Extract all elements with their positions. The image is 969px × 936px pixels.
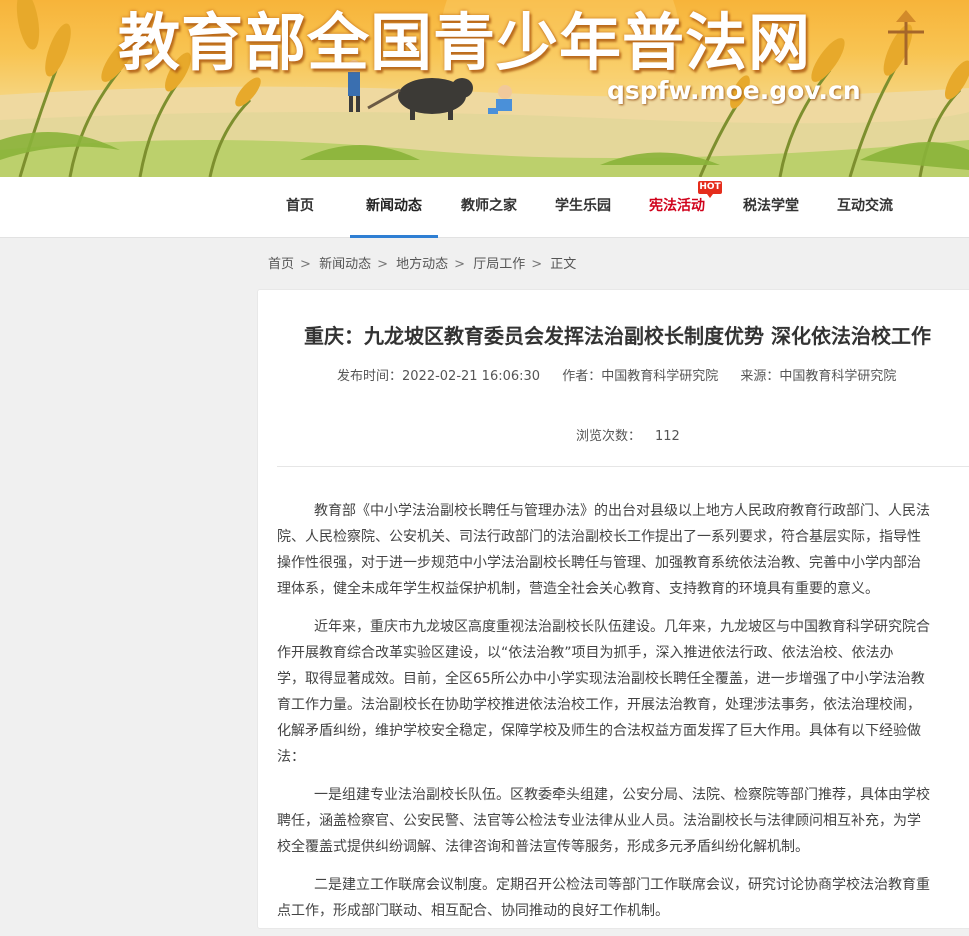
article-body: 教育部《中小学法治副校长聘任与管理办法》的出台对县级以上地方人民政府教育行政部门… (277, 498, 969, 936)
breadcrumb-bureau-work[interactable]: 厅局工作 (473, 257, 525, 272)
paragraph-line: 作开展教育综合改革实验区建设，以“依法治教”项目为抓手，深入推进依法行政、依法治… (277, 645, 894, 661)
article-meta: 发布时间：2022-02-21 16:06:30 作者：中国教育科学研究院 来源… (337, 365, 914, 384)
paragraph-line: 育工作力量。法治副校长在协助学校推进依法治校工作，开展法治教育，处理涉法事务，依… (277, 697, 921, 713)
paragraph-line: 近年来，重庆市九龙坡区高度重视法治副校长队伍建设。几年来，九龙坡区与中国教育科学… (314, 619, 930, 635)
breadcrumb-current: 正文 (550, 257, 577, 272)
breadcrumb-separator: > (531, 257, 543, 272)
publish-time: 发布时间：2022-02-21 16:06:30 (337, 369, 541, 384)
site-url: qspfw.moe.gov.cn (607, 76, 861, 105)
paragraph-line: 聘任，涵盖检察官、公安民警、法官等公检法专业法律从业人员。法治副校长与法律顾问相… (277, 813, 921, 829)
paragraph-line: 点工作，形成部门联动、相互配合、协同推动的良好工作机制。 (277, 903, 669, 919)
site-title: 教育部全国青少年普法网 (118, 6, 812, 79)
breadcrumb-separator: > (454, 257, 466, 272)
nav-item-students[interactable]: 学生乐园 (555, 177, 611, 238)
paragraph-line: 校全覆盖式提供纠纷调解、法律咨询和普法宣传等服务，形成多元矛盾纠纷化解机制。 (277, 839, 809, 855)
article-paragraph: 近年来，重庆市九龙坡区高度重视法治副校长队伍建设。几年来，九龙坡区与中国教育科学… (277, 614, 969, 770)
paragraph-line: 一是组建专业法治副校长队伍。区教委牵头组建，公安分局、法院、检察院等部门推荐，具… (314, 787, 930, 803)
site-banner: 教育部全国青少年普法网 qspfw.moe.gov.cn (0, 0, 969, 177)
paragraph-line: 理体系，健全未成年学生权益保护机制，营造全社会关心教育、支持教育的环境具有重要的… (277, 581, 879, 597)
nav-item-tax-law[interactable]: 税法学堂 (743, 177, 799, 238)
breadcrumb-news[interactable]: 新闻动态 (319, 257, 371, 272)
hot-badge: HOT (698, 181, 722, 198)
content-divider (277, 466, 969, 467)
breadcrumb-separator: > (300, 257, 311, 272)
breadcrumb-local-news[interactable]: 地方动态 (396, 257, 448, 272)
paragraph-line: 法： (277, 749, 305, 765)
main-nav: 首页 新闻动态 教师之家 学生乐园 宪法活动 税法学堂 互动交流 (0, 177, 969, 238)
breadcrumb-separator: > (377, 257, 388, 272)
article-paragraph: 二是建立工作联席会议制度。定期召开公检法司等部门工作联席会议，研究讨论协商学校法… (277, 872, 969, 924)
nav-item-constitution[interactable]: 宪法活动 (649, 177, 705, 238)
paragraph-line: 教育部《中小学法治副校长聘任与管理办法》的出台对县级以上地方人民政府教育行政部门… (314, 503, 930, 519)
view-count-label: 浏览次数： (576, 429, 642, 444)
article-paragraph: 一是组建专业法治副校长队伍。区教委牵头组建，公安分局、法院、检察院等部门推荐，具… (277, 782, 969, 860)
nav-item-interaction[interactable]: 互动交流 (837, 177, 893, 238)
nav-item-teachers[interactable]: 教师之家 (461, 177, 517, 238)
paragraph-line: 院、人民检察院、公安机关、司法行政部门的法治副校长工作提出了一系列要求，符合基层… (277, 529, 921, 545)
nav-item-news[interactable]: 新闻动态 (350, 177, 438, 238)
nav-item-home[interactable]: 首页 (286, 177, 314, 238)
paragraph-line: 操作性很强，对于进一步规范中小学法治副校长聘任与管理、加强教育系统依法治教、完善… (277, 555, 921, 571)
breadcrumb: 首页 > 新闻动态 > 地方动态 > 厅局工作 > 正文 (268, 253, 580, 273)
view-count-value: 112 (655, 429, 680, 444)
paragraph-line: 化解矛盾纠纷，维护学校安全稳定，保障学校及师生的合法权益方面发挥了巨大作用。具体… (277, 723, 921, 739)
article-paragraph: 教育部《中小学法治副校长聘任与管理办法》的出台对县级以上地方人民政府教育行政部门… (277, 498, 969, 602)
breadcrumb-home[interactable]: 首页 (268, 257, 294, 272)
paragraph-line: 学，取得显著成效。目前，全区65所公办中小学实现法治副校长聘任全覆盖，进一步增强… (277, 671, 925, 687)
article-author: 作者：中国教育科学研究院 (562, 369, 719, 384)
article-source: 来源：中国教育科学研究院 (740, 369, 897, 384)
view-count: 浏览次数： 112 (576, 425, 680, 444)
paragraph-line: 二是建立工作联席会议制度。定期召开公检法司等部门工作联席会议，研究讨论协商学校法… (314, 877, 930, 893)
article-title: 重庆：九龙坡区教育委员会发挥法治副校长制度优势 深化依法治校工作 (304, 324, 931, 348)
